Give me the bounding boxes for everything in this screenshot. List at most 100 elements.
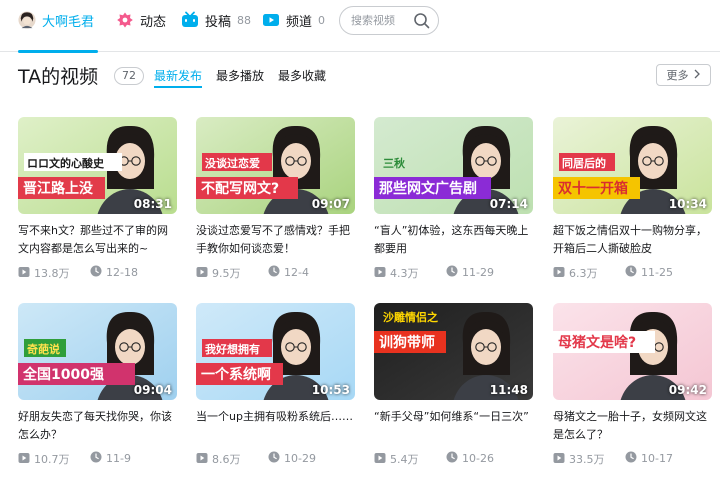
publish-date-value: 11-25 xyxy=(641,266,673,279)
view-count-value: 5.4万 xyxy=(390,453,419,466)
view-count: 8.6万 xyxy=(196,451,241,467)
publish-date: 12-18 xyxy=(90,265,138,280)
nav-posts[interactable]: 投稿 88 xyxy=(181,0,251,40)
clock-icon xyxy=(625,451,637,466)
publish-date-value: 12-18 xyxy=(106,266,138,279)
avatar xyxy=(18,11,36,29)
video-duration: 10:34 xyxy=(668,197,707,211)
cover-text: 一个系统啊 xyxy=(201,366,271,383)
cover-text: 母猪文是啥? xyxy=(558,334,636,351)
section-title: TA的视频 xyxy=(18,66,99,88)
video-stats: 8.6万 10-29 xyxy=(196,451,355,467)
cover-text: 不配写网文? xyxy=(201,180,279,197)
cover-subtext: 沙雕情侣之 xyxy=(383,310,438,324)
top-nav: 大啊毛君 动态 投稿 88 频道 0 搜索视频 xyxy=(0,0,720,53)
video-title[interactable]: “盲人”初体验，这东西每天晚上都要用 xyxy=(374,222,533,258)
cover-subtext: 奇葩说 xyxy=(27,342,60,356)
video-thumbnail[interactable]: 沙雕情侣之 训狗带师 11:48 xyxy=(374,303,533,400)
video-thumbnail[interactable]: 三秋 那些网文广告剧 07:14 xyxy=(374,117,533,214)
video-title[interactable]: “新手父母”如何维系“一日三次” xyxy=(374,408,533,444)
search-input[interactable] xyxy=(351,14,415,27)
video-duration: 09:04 xyxy=(133,383,172,397)
play-count-icon xyxy=(553,266,565,281)
chevron-right-icon xyxy=(693,69,701,82)
play-count-icon xyxy=(18,452,30,467)
publish-date: 11-9 xyxy=(90,451,131,466)
video-title[interactable]: 没谈过恋爱写不了感情戏？手把手教你如何谈恋爱！ xyxy=(196,222,355,258)
video-duration: 10:53 xyxy=(311,383,350,397)
clock-icon xyxy=(268,265,280,280)
nav-channel[interactable]: 频道 0 xyxy=(262,0,325,40)
video-title[interactable]: 当一个up主拥有吸粉系统后…… xyxy=(196,408,355,444)
more-button-label: 更多 xyxy=(666,69,689,82)
publish-date-value: 11-29 xyxy=(462,266,494,279)
play-count-icon xyxy=(553,452,565,467)
video-thumbnail[interactable]: 我好想拥有 一个系统啊 10:53 xyxy=(196,303,355,400)
publish-date: 10-17 xyxy=(625,451,673,466)
video-stats: 9.5万 12-4 xyxy=(196,265,355,281)
tab-active-underline xyxy=(154,86,202,88)
cover-subtext: 同居后的 xyxy=(562,156,606,170)
cover-text: 双十一开箱 xyxy=(558,180,628,197)
view-count: 6.3万 xyxy=(553,265,598,281)
search-icon[interactable] xyxy=(413,12,431,34)
play-count-icon xyxy=(196,266,208,281)
publish-date: 11-25 xyxy=(625,265,673,280)
video-thumbnail[interactable]: 母猪文是啥? 09:42 xyxy=(553,303,712,400)
cover-subtext: ロロ文的心酸史 xyxy=(27,156,105,170)
view-count-value: 10.7万 xyxy=(34,453,70,466)
user-name: 大啊毛君 xyxy=(42,14,95,30)
nav-user-home[interactable]: 大啊毛君 xyxy=(18,0,94,40)
cover-text: 全国1000强 xyxy=(22,366,104,383)
view-count: 13.8万 xyxy=(18,265,70,281)
video-duration: 09:07 xyxy=(311,197,350,211)
channel-icon xyxy=(262,11,280,29)
play-count-icon xyxy=(374,452,386,467)
view-count-value: 9.5万 xyxy=(212,267,241,280)
video-title[interactable]: 母猪文之一胎十子，女频网文这是怎么了？ xyxy=(553,408,712,444)
video-duration: 09:42 xyxy=(668,383,707,397)
video-thumbnail[interactable]: 奇葩说 全国1000强 09:04 xyxy=(18,303,177,400)
publish-date-value: 11-9 xyxy=(106,452,131,465)
clock-icon xyxy=(90,451,102,466)
video-stats: 6.3万 11-25 xyxy=(553,265,712,281)
view-count-value: 8.6万 xyxy=(212,453,241,466)
cover-text: 晋江路上没 xyxy=(23,180,94,197)
publish-date: 10-26 xyxy=(446,451,494,466)
view-count: 5.4万 xyxy=(374,451,419,467)
tab-most-favorited[interactable]: 最多收藏 xyxy=(278,67,326,84)
cover-subtext: 我好想拥有 xyxy=(205,342,260,356)
play-count-icon xyxy=(374,266,386,281)
nav-dynamic-label: 动态 xyxy=(140,14,167,30)
nav-channel-count: 0 xyxy=(318,13,326,27)
publish-date-value: 10-17 xyxy=(641,452,673,465)
clock-icon xyxy=(268,451,280,466)
tab-latest[interactable]: 最新发布 xyxy=(154,67,202,84)
video-title[interactable]: 写不来h文？那些过不了审的网文内容都是怎么写出来的~ xyxy=(18,222,177,258)
more-button[interactable]: 更多 xyxy=(656,64,711,86)
tab-most-played[interactable]: 最多播放 xyxy=(216,67,264,84)
nav-dynamic[interactable]: 动态 xyxy=(116,0,166,40)
video-thumbnail[interactable]: 没谈过恋爱 不配写网文? 09:07 xyxy=(196,117,355,214)
view-count: 10.7万 xyxy=(18,451,70,467)
video-title[interactable]: 超下饭之情侣双十一购物分享，开箱后二人撕破脸皮 xyxy=(553,222,712,258)
play-count-icon xyxy=(196,452,208,467)
video-thumbnail[interactable]: 同居后的 双十一开箱 10:34 xyxy=(553,117,712,214)
video-duration: 11:48 xyxy=(489,383,528,397)
video-stats: 5.4万 10-26 xyxy=(374,451,533,467)
video-stats: 4.3万 11-29 xyxy=(374,265,533,281)
publish-date: 10-29 xyxy=(268,451,316,466)
nav-channel-label: 频道 xyxy=(286,14,313,30)
video-duration: 08:31 xyxy=(133,197,172,211)
search-box[interactable] xyxy=(339,6,439,35)
tv-icon xyxy=(181,11,199,29)
cover-text: 训狗带师 xyxy=(379,334,435,351)
video-duration: 07:14 xyxy=(489,197,528,211)
view-count-value: 13.8万 xyxy=(34,267,70,280)
play-count-icon xyxy=(18,266,30,281)
clock-icon xyxy=(625,265,637,280)
video-thumbnail[interactable]: ロロ文的心酸史 晋江路上没 08:31 xyxy=(18,117,177,214)
video-title[interactable]: 好朋友失恋了每天找你哭，你该怎么办？ xyxy=(18,408,177,444)
dynamic-icon xyxy=(116,11,134,29)
publish-date-value: 12-4 xyxy=(284,266,309,279)
